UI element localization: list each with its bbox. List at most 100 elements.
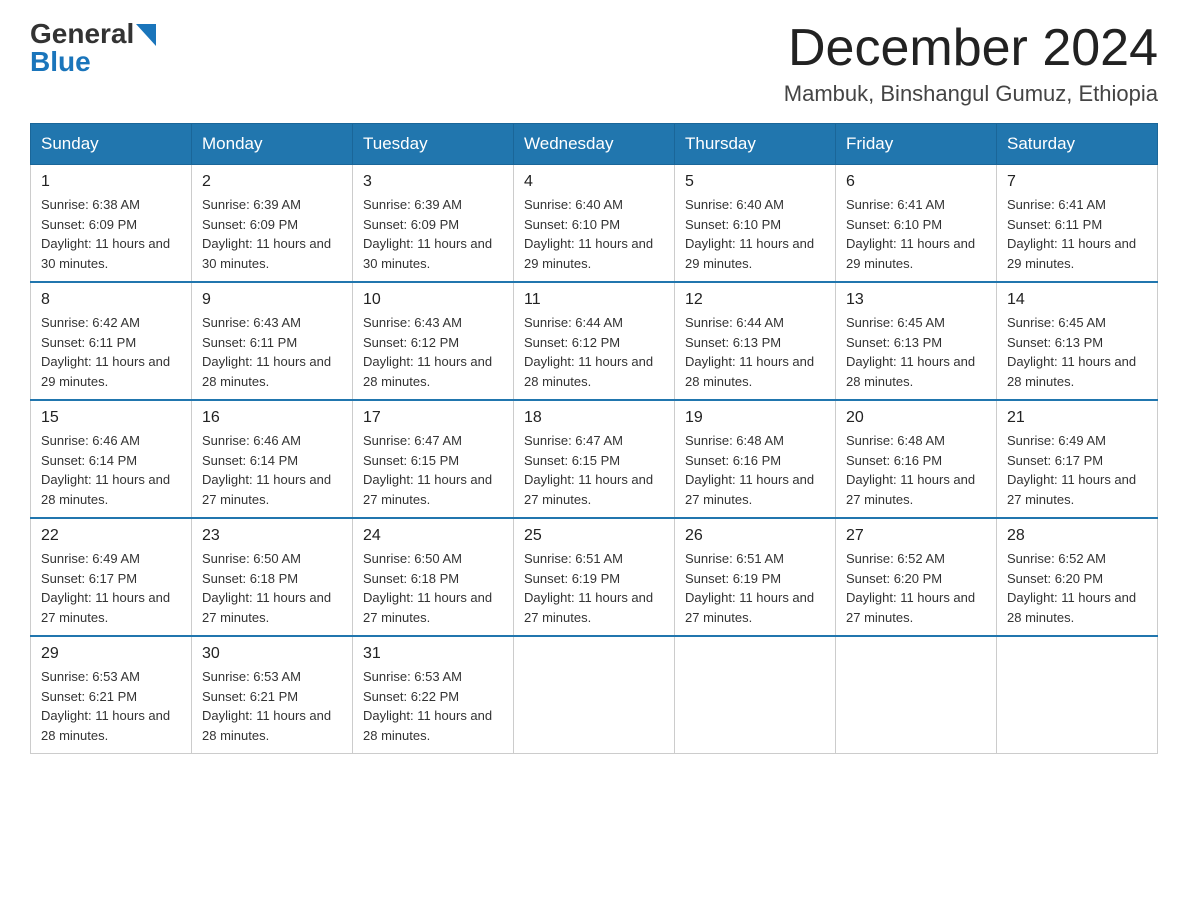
day-info: Sunrise: 6:51 AMSunset: 6:19 PMDaylight:… — [685, 551, 814, 625]
day-cell-5: 5 Sunrise: 6:40 AMSunset: 6:10 PMDayligh… — [675, 165, 836, 283]
day-cell-27: 27 Sunrise: 6:52 AMSunset: 6:20 PMDaylig… — [836, 518, 997, 636]
day-info: Sunrise: 6:38 AMSunset: 6:09 PMDaylight:… — [41, 197, 170, 271]
day-info: Sunrise: 6:40 AMSunset: 6:10 PMDaylight:… — [685, 197, 814, 271]
day-info: Sunrise: 6:50 AMSunset: 6:18 PMDaylight:… — [363, 551, 492, 625]
day-number: 14 — [1007, 291, 1147, 309]
day-cell-22: 22 Sunrise: 6:49 AMSunset: 6:17 PMDaylig… — [31, 518, 192, 636]
day-info: Sunrise: 6:42 AMSunset: 6:11 PMDaylight:… — [41, 315, 170, 389]
day-info: Sunrise: 6:43 AMSunset: 6:12 PMDaylight:… — [363, 315, 492, 389]
logo-blue: Blue — [30, 48, 91, 76]
day-cell-14: 14 Sunrise: 6:45 AMSunset: 6:13 PMDaylig… — [997, 282, 1158, 400]
day-info: Sunrise: 6:43 AMSunset: 6:11 PMDaylight:… — [202, 315, 331, 389]
day-cell-26: 26 Sunrise: 6:51 AMSunset: 6:19 PMDaylig… — [675, 518, 836, 636]
day-number: 22 — [41, 527, 181, 545]
day-number: 17 — [363, 409, 503, 427]
day-cell-16: 16 Sunrise: 6:46 AMSunset: 6:14 PMDaylig… — [192, 400, 353, 518]
week-row-5: 29 Sunrise: 6:53 AMSunset: 6:21 PMDaylig… — [31, 636, 1158, 754]
day-info: Sunrise: 6:53 AMSunset: 6:21 PMDaylight:… — [41, 669, 170, 743]
day-info: Sunrise: 6:47 AMSunset: 6:15 PMDaylight:… — [524, 433, 653, 507]
calendar-table: SundayMondayTuesdayWednesdayThursdayFrid… — [30, 123, 1158, 754]
week-row-4: 22 Sunrise: 6:49 AMSunset: 6:17 PMDaylig… — [31, 518, 1158, 636]
page-header: General Blue December 2024 Mambuk, Binsh… — [30, 20, 1158, 107]
day-info: Sunrise: 6:41 AMSunset: 6:11 PMDaylight:… — [1007, 197, 1136, 271]
day-cell-17: 17 Sunrise: 6:47 AMSunset: 6:15 PMDaylig… — [353, 400, 514, 518]
week-row-1: 1 Sunrise: 6:38 AMSunset: 6:09 PMDayligh… — [31, 165, 1158, 283]
day-info: Sunrise: 6:39 AMSunset: 6:09 PMDaylight:… — [363, 197, 492, 271]
day-cell-20: 20 Sunrise: 6:48 AMSunset: 6:16 PMDaylig… — [836, 400, 997, 518]
weekday-header-tuesday: Tuesday — [353, 124, 514, 165]
day-info: Sunrise: 6:44 AMSunset: 6:13 PMDaylight:… — [685, 315, 814, 389]
logo-general: General — [30, 20, 134, 48]
weekday-header-row: SundayMondayTuesdayWednesdayThursdayFrid… — [31, 124, 1158, 165]
day-info: Sunrise: 6:53 AMSunset: 6:21 PMDaylight:… — [202, 669, 331, 743]
day-info: Sunrise: 6:53 AMSunset: 6:22 PMDaylight:… — [363, 669, 492, 743]
day-cell-9: 9 Sunrise: 6:43 AMSunset: 6:11 PMDayligh… — [192, 282, 353, 400]
day-number: 18 — [524, 409, 664, 427]
day-cell-19: 19 Sunrise: 6:48 AMSunset: 6:16 PMDaylig… — [675, 400, 836, 518]
day-cell-3: 3 Sunrise: 6:39 AMSunset: 6:09 PMDayligh… — [353, 165, 514, 283]
day-cell-12: 12 Sunrise: 6:44 AMSunset: 6:13 PMDaylig… — [675, 282, 836, 400]
day-number: 16 — [202, 409, 342, 427]
day-number: 12 — [685, 291, 825, 309]
day-number: 24 — [363, 527, 503, 545]
day-number: 2 — [202, 173, 342, 191]
weekday-header-saturday: Saturday — [997, 124, 1158, 165]
day-number: 19 — [685, 409, 825, 427]
logo-triangle-icon — [136, 24, 156, 46]
day-number: 6 — [846, 173, 986, 191]
day-cell-6: 6 Sunrise: 6:41 AMSunset: 6:10 PMDayligh… — [836, 165, 997, 283]
empty-cell — [997, 636, 1158, 754]
empty-cell — [836, 636, 997, 754]
day-number: 26 — [685, 527, 825, 545]
empty-cell — [514, 636, 675, 754]
location-subtitle: Mambuk, Binshangul Gumuz, Ethiopia — [784, 81, 1158, 107]
day-number: 9 — [202, 291, 342, 309]
day-number: 5 — [685, 173, 825, 191]
day-cell-4: 4 Sunrise: 6:40 AMSunset: 6:10 PMDayligh… — [514, 165, 675, 283]
day-info: Sunrise: 6:51 AMSunset: 6:19 PMDaylight:… — [524, 551, 653, 625]
logo: General Blue — [30, 20, 156, 76]
day-cell-29: 29 Sunrise: 6:53 AMSunset: 6:21 PMDaylig… — [31, 636, 192, 754]
day-number: 10 — [363, 291, 503, 309]
day-number: 15 — [41, 409, 181, 427]
day-cell-25: 25 Sunrise: 6:51 AMSunset: 6:19 PMDaylig… — [514, 518, 675, 636]
day-cell-2: 2 Sunrise: 6:39 AMSunset: 6:09 PMDayligh… — [192, 165, 353, 283]
weekday-header-wednesday: Wednesday — [514, 124, 675, 165]
day-info: Sunrise: 6:47 AMSunset: 6:15 PMDaylight:… — [363, 433, 492, 507]
day-info: Sunrise: 6:45 AMSunset: 6:13 PMDaylight:… — [846, 315, 975, 389]
empty-cell — [675, 636, 836, 754]
day-cell-11: 11 Sunrise: 6:44 AMSunset: 6:12 PMDaylig… — [514, 282, 675, 400]
day-number: 8 — [41, 291, 181, 309]
day-number: 31 — [363, 645, 503, 663]
day-cell-23: 23 Sunrise: 6:50 AMSunset: 6:18 PMDaylig… — [192, 518, 353, 636]
day-info: Sunrise: 6:49 AMSunset: 6:17 PMDaylight:… — [1007, 433, 1136, 507]
day-cell-18: 18 Sunrise: 6:47 AMSunset: 6:15 PMDaylig… — [514, 400, 675, 518]
day-info: Sunrise: 6:40 AMSunset: 6:10 PMDaylight:… — [524, 197, 653, 271]
weekday-header-friday: Friday — [836, 124, 997, 165]
day-cell-21: 21 Sunrise: 6:49 AMSunset: 6:17 PMDaylig… — [997, 400, 1158, 518]
day-number: 4 — [524, 173, 664, 191]
day-info: Sunrise: 6:46 AMSunset: 6:14 PMDaylight:… — [41, 433, 170, 507]
day-number: 7 — [1007, 173, 1147, 191]
day-info: Sunrise: 6:52 AMSunset: 6:20 PMDaylight:… — [846, 551, 975, 625]
day-cell-7: 7 Sunrise: 6:41 AMSunset: 6:11 PMDayligh… — [997, 165, 1158, 283]
day-number: 20 — [846, 409, 986, 427]
day-info: Sunrise: 6:44 AMSunset: 6:12 PMDaylight:… — [524, 315, 653, 389]
day-number: 3 — [363, 173, 503, 191]
day-number: 13 — [846, 291, 986, 309]
weekday-header-sunday: Sunday — [31, 124, 192, 165]
day-cell-8: 8 Sunrise: 6:42 AMSunset: 6:11 PMDayligh… — [31, 282, 192, 400]
day-cell-13: 13 Sunrise: 6:45 AMSunset: 6:13 PMDaylig… — [836, 282, 997, 400]
day-number: 28 — [1007, 527, 1147, 545]
day-info: Sunrise: 6:49 AMSunset: 6:17 PMDaylight:… — [41, 551, 170, 625]
day-info: Sunrise: 6:46 AMSunset: 6:14 PMDaylight:… — [202, 433, 331, 507]
day-cell-24: 24 Sunrise: 6:50 AMSunset: 6:18 PMDaylig… — [353, 518, 514, 636]
weekday-header-thursday: Thursday — [675, 124, 836, 165]
day-info: Sunrise: 6:45 AMSunset: 6:13 PMDaylight:… — [1007, 315, 1136, 389]
title-area: December 2024 Mambuk, Binshangul Gumuz, … — [784, 20, 1158, 107]
week-row-2: 8 Sunrise: 6:42 AMSunset: 6:11 PMDayligh… — [31, 282, 1158, 400]
month-title: December 2024 — [784, 20, 1158, 77]
day-cell-30: 30 Sunrise: 6:53 AMSunset: 6:21 PMDaylig… — [192, 636, 353, 754]
day-cell-10: 10 Sunrise: 6:43 AMSunset: 6:12 PMDaylig… — [353, 282, 514, 400]
day-cell-1: 1 Sunrise: 6:38 AMSunset: 6:09 PMDayligh… — [31, 165, 192, 283]
